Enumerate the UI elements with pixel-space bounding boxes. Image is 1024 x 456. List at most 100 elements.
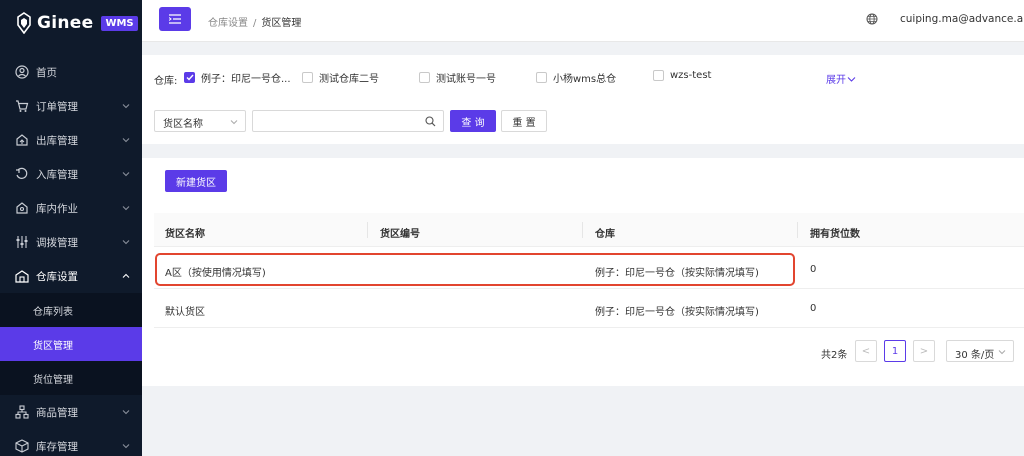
cell-warehouse: 例子：印尼一号仓（按实际情况填写) (595, 307, 759, 318)
page-size-select[interactable]: 30 条/页 (946, 340, 1014, 362)
chevron-down-icon (998, 350, 1006, 355)
sidebar-subitem-warehouse-list[interactable]: 仓库列表 (0, 293, 142, 327)
sliders-icon (16, 236, 28, 248)
chevron-down-icon (122, 240, 130, 245)
query-button[interactable]: 查 询 (450, 110, 496, 132)
sidebar-subitem-location-management[interactable]: 货位管理 (0, 361, 142, 395)
pagination-next-button[interactable]: > (913, 340, 935, 362)
warehouse-checkbox-3[interactable]: 小杨wms总仓 (536, 70, 616, 85)
sidebar-item-products[interactable]: 商品管理 (0, 395, 142, 429)
ginee-logo-icon (17, 12, 31, 34)
table-header: 货区名称 货区编号 仓库 拥有货位数 (154, 213, 1024, 247)
logo[interactable]: Ginee WMS (0, 0, 142, 46)
column-header-location-count: 拥有货位数 (810, 229, 860, 240)
reset-button[interactable]: 重 置 (501, 110, 547, 132)
warehouse-checkbox-label: 测试账号一号 (436, 74, 496, 85)
sidebar-item-inbound[interactable]: 入库管理 (0, 157, 142, 191)
chevron-down-icon (122, 172, 130, 177)
page-size-value: 30 条/页 (955, 350, 995, 361)
warehouse-checkbox-1[interactable]: 测试仓库二号 (302, 70, 379, 85)
sidebar: Ginee WMS 首页 订单管理 出库管理 入库管理 库内作业 调拨管理 仓库… (0, 0, 142, 456)
chevron-down-icon (847, 76, 856, 82)
chevron-down-icon (122, 138, 130, 143)
warehouse-checkbox-2[interactable]: 测试账号一号 (419, 70, 496, 85)
pagination-total: 共2条 (821, 350, 848, 361)
cell-location-count: 0 (810, 264, 817, 275)
warehouse-checkbox-label: 小杨wms总仓 (553, 74, 617, 85)
new-zone-button[interactable]: 新建货区 (165, 170, 227, 192)
sidebar-item-label: 库存管理 (36, 440, 78, 453)
sidebar-item-warehouse-ops[interactable]: 库内作业 (0, 191, 142, 225)
chevron-down-icon (230, 120, 238, 125)
column-divider (367, 222, 368, 238)
breadcrumb-separator: / (253, 18, 257, 29)
menu-toggle-button[interactable] (159, 7, 191, 31)
sidebar-menu: 首页 订单管理 出库管理 入库管理 库内作业 调拨管理 仓库设置 仓库列表 货区… (0, 55, 142, 456)
expand-warehouses-link[interactable]: 展开 (826, 71, 856, 86)
chevron-down-icon (122, 444, 130, 449)
column-header-zone-name: 货区名称 (165, 229, 205, 240)
chevron-up-icon (122, 273, 130, 278)
column-divider (797, 222, 798, 238)
warehouse-checkbox-label: wzs-test (670, 70, 712, 81)
brand-name: Ginee (37, 13, 94, 33)
table-row[interactable]: 默认货区 例子：印尼一号仓（按实际情况填写) 0 (154, 289, 1024, 328)
checkbox-icon (536, 72, 547, 83)
cell-location-count: 0 (810, 303, 817, 314)
sidebar-item-label: 调拨管理 (36, 236, 78, 249)
warehouse-filter-label: 仓库: (154, 76, 178, 87)
warehouse-checkbox-label: 例子：印尼一号仓... (201, 74, 291, 85)
sidebar-item-label: 库内作业 (36, 202, 78, 215)
search-icon[interactable] (425, 116, 436, 127)
warehouse-checkbox-0[interactable]: 例子：印尼一号仓... (184, 70, 291, 85)
chevron-down-icon (122, 410, 130, 415)
sidebar-item-home[interactable]: 首页 (0, 55, 142, 89)
filter-panel: 仓库: 例子：印尼一号仓... 测试仓库二号 测试账号一号 小杨wms总仓 wz… (142, 55, 1024, 144)
expand-label: 展开 (826, 75, 846, 86)
pagination-page-1[interactable]: 1 (884, 340, 906, 362)
column-divider (582, 222, 583, 238)
warehouse-checkbox-4[interactable]: wzs-test (653, 70, 711, 81)
sidebar-item-transfer[interactable]: 调拨管理 (0, 225, 142, 259)
globe-icon[interactable] (866, 13, 878, 25)
sidebar-item-label: 商品管理 (36, 406, 78, 419)
hierarchy-icon (15, 405, 29, 419)
user-circle-icon (15, 65, 29, 79)
brand-badge: WMS (101, 15, 138, 31)
search-field-select[interactable]: 货区名称 (154, 110, 246, 132)
warehouse-checkbox-label: 测试仓库二号 (319, 74, 379, 85)
sidebar-item-label: 出库管理 (36, 134, 78, 147)
search-field-select-value: 货区名称 (163, 119, 203, 130)
menu-fold-icon (169, 14, 181, 24)
row-highlight-annotation (155, 253, 795, 286)
sidebar-item-label: 入库管理 (36, 168, 78, 181)
column-header-warehouse: 仓库 (595, 229, 615, 240)
sidebar-item-warehouse-settings[interactable]: 仓库设置 (0, 259, 142, 293)
outbound-icon (16, 134, 28, 146)
sidebar-item-outbound[interactable]: 出库管理 (0, 123, 142, 157)
warehouse-icon (15, 270, 29, 283)
top-header: 仓库设置 / 货区管理 cuiping.ma@advance.ai (142, 0, 1024, 42)
breadcrumb-item-current: 货区管理 (261, 18, 302, 29)
chevron-down-icon (122, 104, 130, 109)
checkbox-icon (302, 72, 313, 83)
box-icon (15, 439, 29, 453)
sidebar-item-inventory[interactable]: 库存管理 (0, 429, 142, 456)
cell-zone-name: 默认货区 (165, 307, 205, 318)
warehouse-settings-submenu: 仓库列表 货区管理 货位管理 (0, 293, 142, 395)
cart-icon (16, 100, 29, 112)
sidebar-subitem-zone-management[interactable]: 货区管理 (0, 327, 142, 361)
sidebar-item-orders[interactable]: 订单管理 (0, 89, 142, 123)
breadcrumb: 仓库设置 / 货区管理 (208, 14, 301, 29)
breadcrumb-item-warehouse-settings[interactable]: 仓库设置 (208, 18, 248, 29)
sidebar-item-label: 仓库设置 (36, 270, 78, 283)
location-icon (16, 202, 28, 214)
column-header-zone-code: 货区编号 (380, 229, 420, 240)
search-input[interactable] (252, 110, 444, 132)
pagination-prev-button[interactable]: < (855, 340, 877, 362)
sidebar-item-label: 订单管理 (36, 100, 78, 113)
checkbox-icon (419, 72, 430, 83)
checkbox-checked-icon (184, 72, 195, 83)
user-email[interactable]: cuiping.ma@advance.ai (900, 13, 1024, 25)
sidebar-item-label: 首页 (36, 66, 57, 79)
